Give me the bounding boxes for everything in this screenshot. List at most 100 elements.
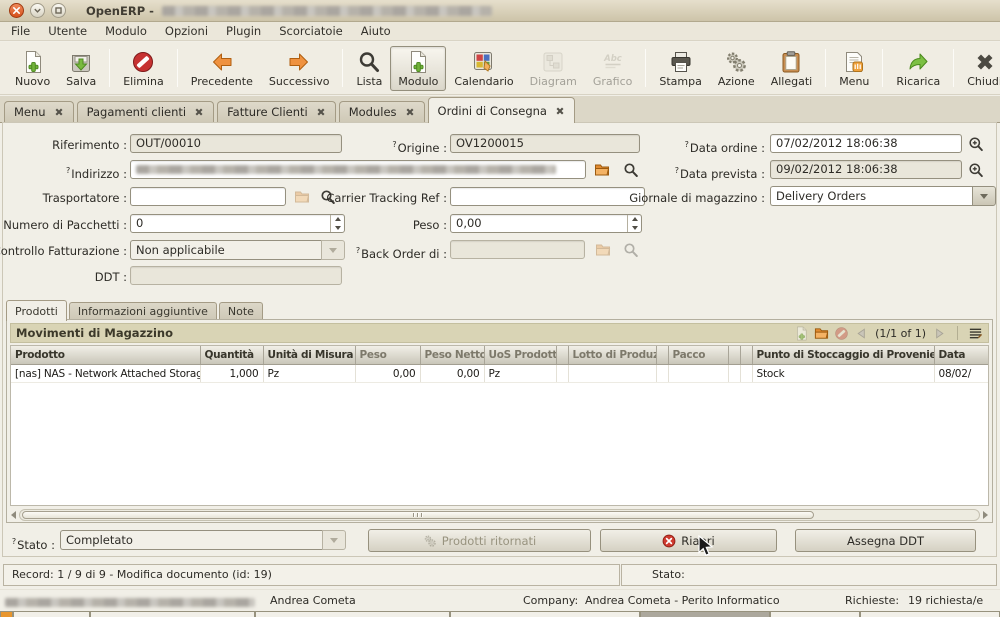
numero-pacchetti-spinner[interactable]: 0 (130, 214, 345, 233)
spinner-buttons[interactable] (330, 215, 344, 232)
toolbar-precedente-button[interactable]: Precedente (183, 46, 261, 91)
tab-fatture-clienti[interactable]: Fatture Clienti (217, 101, 336, 122)
window-minimize-button[interactable] (30, 3, 45, 18)
taskbar-item-active[interactable] (640, 611, 770, 617)
scrollbar-thumb[interactable] (22, 511, 814, 519)
tabbar: MenuPagamenti clientiFatture ClientiModu… (0, 96, 1000, 123)
tab-menu[interactable]: Menu (4, 101, 74, 122)
column-header-blank[interactable] (740, 346, 752, 365)
tab-ordini-di-consegna[interactable]: Ordini di Consegna (428, 97, 575, 123)
toolbar-lista-button[interactable]: Lista (348, 46, 390, 91)
menubar-item-file[interactable]: File (2, 24, 39, 38)
controllo-fatturazione-combo[interactable]: Non applicabile (130, 240, 345, 260)
dropdown-button[interactable] (322, 530, 346, 550)
menubar-item-opzioni[interactable]: Opzioni (156, 24, 217, 38)
notebook-tab-prodotti[interactable]: Prodotti (6, 300, 67, 321)
data-ordine-field[interactable]: 07/02/2012 18:06:38 (770, 134, 962, 153)
toolbar-menu-button[interactable]: Menu (831, 46, 877, 91)
column-header-peso[interactable]: Peso (355, 346, 420, 365)
tab-close-icon[interactable] (405, 107, 415, 117)
open-resource-icon[interactable] (593, 161, 611, 178)
search-icon[interactable] (622, 161, 640, 178)
horizontal-scrollbar[interactable] (11, 508, 988, 521)
data-prevista-field[interactable]: 09/02/2012 18:06:38 (770, 160, 962, 179)
toolbar-azione-button[interactable]: Azione (710, 46, 763, 91)
scroll-right-icon[interactable] (983, 511, 988, 519)
toolbar-button-label: Nuovo (15, 75, 50, 88)
menubar-item-utente[interactable]: Utente (39, 24, 96, 38)
stato-combo[interactable]: Completato (60, 530, 346, 550)
spin-up-icon[interactable] (628, 215, 641, 224)
menubar-item-modulo[interactable]: Modulo (96, 24, 156, 38)
column-header-peso-netto[interactable]: Peso Netto (420, 346, 484, 365)
toolbar-allegati-button[interactable]: Allegati (763, 46, 821, 91)
column-header-blank[interactable] (556, 346, 568, 365)
date-picker-icon[interactable] (967, 161, 985, 178)
taskbar-item[interactable] (860, 611, 1000, 617)
taskbar-item[interactable] (770, 611, 860, 617)
column-header-lotto-di-produzione[interactable]: Lotto di Produzione (568, 346, 656, 365)
toolbar-button-label: Precedente (191, 75, 253, 88)
taskbar-item[interactable] (13, 611, 90, 617)
scrollbar-grip (413, 513, 423, 517)
menubar-item-scorciatoie[interactable]: Scorciatoie (270, 24, 352, 38)
dropdown-button[interactable] (972, 186, 996, 206)
riapri-button[interactable]: Riapri (600, 529, 777, 552)
menubar-item-aiuto[interactable]: Aiuto (352, 24, 400, 38)
column-header-blank[interactable] (728, 346, 740, 365)
column-header-uos-prodotto[interactable]: UoS Prodotto (484, 346, 556, 365)
tab-close-icon[interactable] (194, 107, 204, 117)
date-picker-icon[interactable] (967, 135, 985, 152)
toolbar-elimina-button[interactable]: Elimina (115, 46, 172, 91)
column-header-pacco[interactable]: Pacco (668, 346, 728, 365)
taskbar-item[interactable] (90, 611, 255, 617)
toolbar-salva-button[interactable]: Salva (58, 46, 104, 91)
requests-label[interactable]: Richieste: (845, 594, 899, 607)
riferimento-field[interactable]: OUT/00010 (130, 134, 342, 153)
toolbar-stampa-button[interactable]: Stampa (651, 46, 709, 91)
spinner-buttons[interactable] (627, 215, 641, 232)
switch-view-icon[interactable] (968, 326, 983, 341)
scrollbar-trough[interactable] (19, 509, 980, 521)
toolbar-ricarica-button[interactable]: Ricarica (888, 46, 948, 91)
column-header-quantit[interactable]: Quantità (200, 346, 263, 365)
open-record-icon[interactable] (814, 326, 829, 341)
spin-up-icon[interactable] (331, 215, 344, 224)
toolbar-modulo-button[interactable]: Modulo (390, 46, 446, 91)
scroll-left-icon[interactable] (11, 511, 16, 519)
column-header-blank[interactable] (656, 346, 668, 365)
taskbar-item[interactable] (450, 611, 640, 617)
dropdown-button[interactable] (321, 240, 345, 260)
trasportatore-field[interactable] (130, 187, 286, 206)
toolbar-nuovo-button[interactable]: Nuovo (7, 46, 58, 91)
taskbar-item[interactable] (255, 611, 450, 617)
column-header-data[interactable]: Data (934, 346, 989, 365)
toolbar-successivo-button[interactable]: Successivo (261, 46, 338, 91)
table-row[interactable]: [nas] NAS - Network Attached Storage1,00… (11, 365, 989, 383)
menubar-item-plugin[interactable]: Plugin (217, 24, 270, 38)
window-maximize-button[interactable] (51, 3, 66, 18)
tab-close-icon[interactable] (555, 106, 565, 116)
indirizzo-field[interactable] (130, 160, 586, 179)
carrier-tracking-field[interactable] (450, 187, 645, 206)
tab-modules[interactable]: Modules (339, 101, 425, 122)
column-header-unit-di-misura[interactable]: Unità di Misura (263, 346, 355, 365)
giornale-combo[interactable]: Delivery Orders (770, 186, 996, 206)
toolbar-chiudi-button[interactable]: Chiudi (959, 46, 1000, 91)
origine-field[interactable]: OV1200015 (450, 134, 640, 153)
assegna-ddt-button[interactable]: Assegna DDT (795, 529, 976, 552)
column-header-prodotto[interactable]: Prodotto (11, 346, 200, 365)
tab-pagamenti-clienti[interactable]: Pagamenti clienti (77, 101, 215, 122)
toolbar-calendario-button[interactable]: Calendario (446, 46, 521, 91)
notebook-tab-informazioni-aggiuntive[interactable]: Informazioni aggiuntive (69, 302, 217, 320)
spin-down-icon[interactable] (628, 224, 641, 233)
column-header-punto-di-stoccaggio-di-provenienza[interactable]: Punto di Stoccaggio di Provenienza (752, 346, 934, 365)
peso-spinner[interactable]: 0,00 (450, 214, 642, 233)
window-close-button[interactable] (9, 3, 24, 18)
notebook-tab-note[interactable]: Note (219, 302, 263, 320)
tab-close-icon[interactable] (316, 107, 326, 117)
spin-down-icon[interactable] (331, 224, 344, 233)
requests-value[interactable]: 19 richiesta/e (908, 594, 983, 607)
taskbar-launcher[interactable] (0, 611, 13, 617)
tab-close-icon[interactable] (54, 107, 64, 117)
